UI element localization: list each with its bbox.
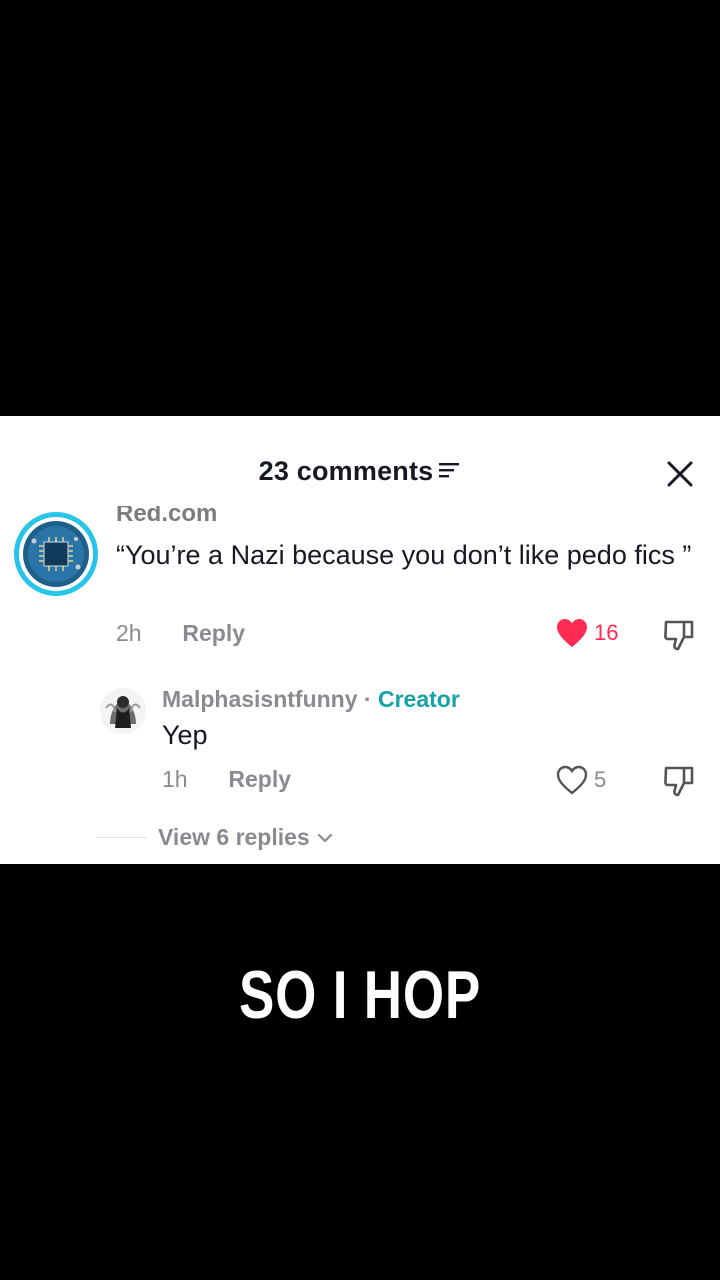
comment-text: “You’re a Nazi because you don’t like pe… (116, 540, 692, 570)
dislike-button[interactable] (662, 618, 696, 657)
reply-meta: 1h Reply (162, 766, 291, 793)
thumbs-down-icon (664, 766, 694, 797)
video-caption: SO I HOP (238, 957, 482, 1033)
circuit-board-avatar-icon (23, 521, 89, 587)
comment-time: 2h (116, 620, 142, 646)
reply-username[interactable]: Malphasisntfunny (162, 686, 358, 712)
heart-outline-icon (556, 765, 588, 795)
video-bottom-area: SO I HOP (0, 864, 720, 1280)
avatar[interactable] (100, 688, 146, 734)
close-button[interactable] (664, 458, 696, 490)
comments-panel: 23 comments Red.com “You’re a Nazi becau… (0, 416, 720, 864)
comment-meta: 2h Reply (116, 620, 245, 647)
reply-button[interactable]: Reply (182, 620, 245, 646)
thumbs-down-icon (664, 620, 694, 651)
view-replies-button[interactable]: View 6 replies (96, 824, 334, 851)
reply-text: Yep (162, 720, 208, 750)
heart-filled-icon (557, 619, 587, 647)
figure-avatar-icon (100, 688, 146, 734)
dislike-button[interactable] (662, 764, 696, 803)
like-count: 16 (594, 620, 619, 645)
close-icon (667, 461, 693, 487)
like-button[interactable]: 5 (556, 765, 606, 795)
comment-username[interactable]: Red.com (116, 506, 217, 528)
divider-line (96, 837, 146, 838)
reply-username-line: Malphasisntfunny · Creator (162, 686, 460, 713)
video-top-area (0, 0, 720, 416)
comments-header: 23 comments (0, 416, 720, 516)
comments-count-title: 23 comments (0, 456, 720, 487)
filter-icon[interactable] (439, 455, 461, 486)
view-replies-label: View 6 replies (158, 824, 310, 850)
reply-time: 1h (162, 766, 188, 792)
avatar[interactable] (14, 512, 98, 596)
creator-badge: Creator (377, 686, 460, 712)
chevron-down-icon (317, 833, 332, 842)
comments-count-label: 23 comments (258, 456, 434, 486)
like-button[interactable]: 16 (556, 618, 618, 648)
separator-dot: · (357, 686, 378, 712)
reply-button[interactable]: Reply (228, 766, 291, 792)
like-count: 5 (594, 767, 607, 792)
